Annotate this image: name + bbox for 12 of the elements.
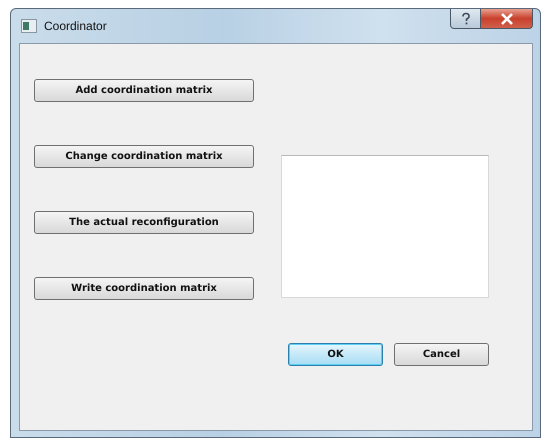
action-button[interactable]: The actual reconfiguration	[34, 211, 254, 234]
window-title: Coordinator	[44, 19, 107, 33]
dialog-button[interactable]: OK	[288, 343, 383, 366]
action-button[interactable]: Add coordination matrix	[34, 79, 254, 102]
help-button[interactable]	[450, 9, 481, 29]
action-button[interactable]: Change coordination matrix	[34, 145, 254, 168]
close-button[interactable]	[481, 9, 533, 29]
window-icon	[21, 19, 37, 33]
close-icon	[500, 12, 514, 24]
action-button[interactable]: Write coordination matrix	[34, 277, 254, 300]
dialog-button[interactable]: Cancel	[394, 343, 489, 366]
help-icon	[460, 12, 472, 26]
